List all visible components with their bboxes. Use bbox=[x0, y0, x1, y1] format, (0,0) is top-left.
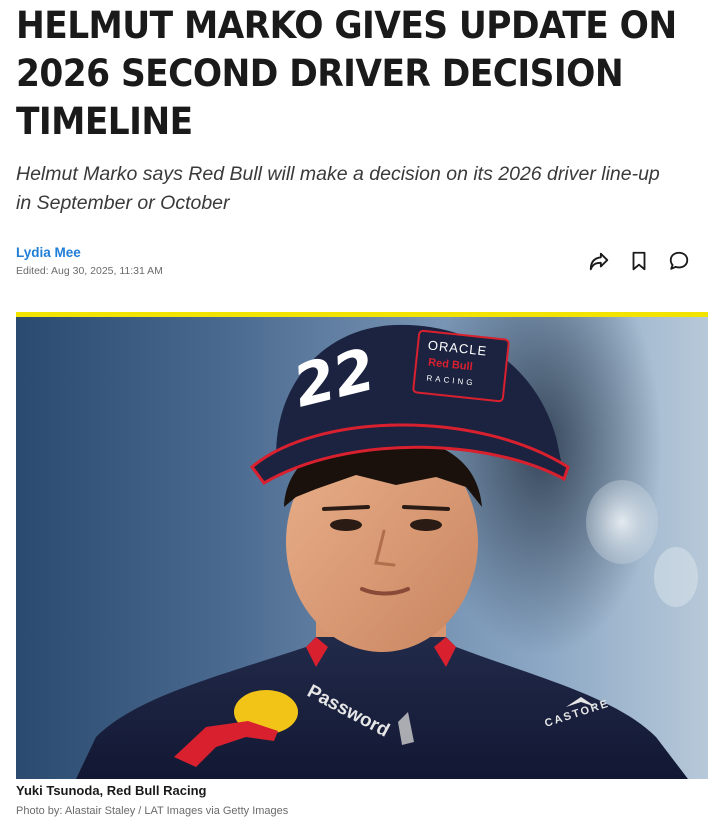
article-actions bbox=[588, 250, 690, 272]
comment-button[interactable] bbox=[668, 250, 690, 272]
edited-timestamp: Edited: Aug 30, 2025, 11:31 AM bbox=[16, 265, 163, 277]
author-link[interactable]: Lydia Mee bbox=[16, 244, 163, 262]
image-caption: Yuki Tsunoda, Red Bull Racing bbox=[16, 783, 207, 798]
comment-icon bbox=[669, 251, 689, 270]
article: HELMUT MARKO GIVES UPDATE ON 2026 SECOND… bbox=[16, 0, 708, 817]
bookmark-button[interactable] bbox=[628, 250, 650, 272]
right-brow bbox=[402, 505, 450, 511]
hero-image: Password CASTORE 22 ORACLE Red Bull RACI… bbox=[16, 312, 708, 779]
bokeh-light bbox=[586, 480, 658, 564]
driver-photo: Password CASTORE 22 ORACLE Red Bull RACI… bbox=[76, 324, 698, 779]
bokeh-light-small bbox=[654, 547, 698, 607]
left-brow bbox=[322, 505, 370, 511]
image-credit: Photo by: Alastair Staley / LAT Images v… bbox=[16, 805, 289, 817]
byline: Lydia Mee Edited: Aug 30, 2025, 11:31 AM bbox=[16, 244, 163, 278]
right-eye bbox=[410, 519, 442, 531]
left-eye bbox=[330, 519, 362, 531]
bookmark-icon bbox=[632, 251, 646, 271]
article-subtitle: Helmut Marko says Red Bull will make a d… bbox=[16, 163, 660, 214]
share-button[interactable] bbox=[588, 250, 610, 272]
article-headline: HELMUT MARKO GIVES UPDATE ON 2026 SECOND… bbox=[16, 4, 677, 143]
share-icon bbox=[589, 252, 609, 271]
